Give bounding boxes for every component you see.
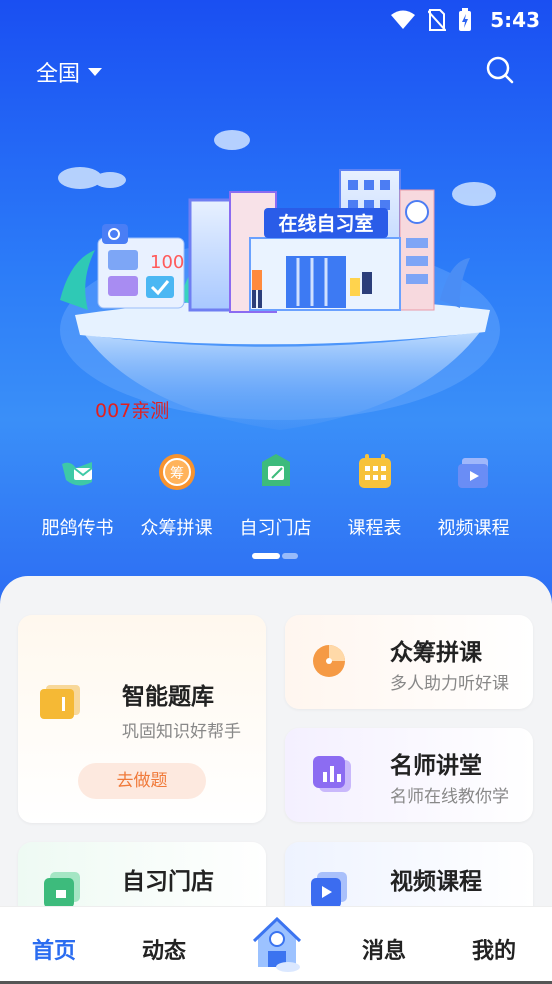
nav-crowdfund[interactable]: 筹 众筹拼课 bbox=[127, 450, 226, 550]
crowdfund-card[interactable]: 众筹拼课 多人助力听好课 bbox=[285, 615, 533, 709]
question-bank-card[interactable]: 智能题库 巩固知识好帮手 去做题 bbox=[18, 615, 266, 823]
study-room-sign: 在线自习室 bbox=[278, 212, 373, 235]
indicator-inactive bbox=[282, 553, 298, 559]
card-subtitle: 巩固知识好帮手 bbox=[122, 722, 241, 742]
question-bank-icon bbox=[40, 685, 80, 719]
nav-label: 自习门店 bbox=[239, 518, 312, 539]
study-store-icon bbox=[261, 454, 290, 486]
teacher-chart-icon bbox=[313, 756, 351, 792]
board-score: 100 bbox=[150, 252, 184, 273]
indicator-active bbox=[252, 553, 280, 559]
coin-glyph: 筹 bbox=[170, 465, 184, 482]
card-subtitle: 名师在线教你学 bbox=[390, 787, 509, 807]
nav-label: 众筹拼课 bbox=[140, 518, 213, 539]
status-icons bbox=[390, 8, 472, 32]
study-room-house-icon[interactable] bbox=[252, 917, 302, 973]
famous-teacher-card[interactable]: 名师讲堂 名师在线教你学 bbox=[285, 728, 533, 822]
nav-schedule[interactable]: 课程表 bbox=[325, 450, 424, 550]
study-room-scene: 100 在线自习室 bbox=[58, 130, 500, 430]
wifi-icon bbox=[391, 10, 415, 29]
bottom-tab-bar: 首页 动态 消息 我的 bbox=[0, 906, 552, 984]
tab-messages[interactable]: 消息 bbox=[362, 933, 406, 965]
tab-feed[interactable]: 动态 bbox=[142, 933, 186, 965]
content-area: 智能题库 巩固知识好帮手 去做题 众筹拼课 多人助力听好课 名师讲堂 名师在线教… bbox=[0, 576, 552, 922]
nav-label: 视频课程 bbox=[437, 518, 510, 539]
nav-label: 课程表 bbox=[347, 518, 402, 539]
card-title: 名师讲堂 bbox=[390, 753, 482, 779]
nav-pigeon-mail[interactable]: 肥鸽传书 bbox=[28, 450, 127, 550]
caret-down-icon bbox=[88, 68, 103, 76]
watermark-text: 007亲测 bbox=[95, 400, 170, 422]
pigeon-mail-icon bbox=[61, 462, 93, 486]
quick-nav: 肥鸽传书 筹 众筹拼课 自习门店 课程表 视频课程 bbox=[0, 450, 552, 550]
video-course-icon bbox=[457, 458, 488, 488]
search-icon[interactable] bbox=[486, 56, 514, 84]
city-label: 全国 bbox=[36, 62, 81, 87]
do-questions-button[interactable]: 去做题 bbox=[78, 763, 206, 799]
nav-label: 肥鸽传书 bbox=[41, 518, 114, 539]
page-indicator bbox=[252, 553, 298, 559]
card-title: 众筹拼课 bbox=[390, 640, 482, 666]
crowdfund-clock-icon bbox=[313, 645, 345, 677]
status-bar: 5:43 bbox=[0, 0, 552, 40]
nav-study-store[interactable]: 自习门店 bbox=[226, 450, 325, 550]
card-subtitle: 多人助力听好课 bbox=[390, 674, 509, 694]
crowdfund-coin-icon: 筹 bbox=[158, 454, 195, 490]
city-selector[interactable]: 全国 bbox=[36, 56, 103, 88]
status-time: 5:43 bbox=[490, 8, 540, 32]
card-title: 视频课程 bbox=[390, 869, 482, 895]
nav-video-course[interactable]: 视频课程 bbox=[424, 450, 523, 550]
study-store-card-icon bbox=[44, 872, 80, 908]
tab-home[interactable]: 首页 bbox=[32, 933, 76, 965]
card-title: 自习门店 bbox=[122, 869, 214, 895]
tab-mine[interactable]: 我的 bbox=[472, 933, 516, 965]
battery-charging-icon bbox=[459, 8, 471, 31]
calendar-icon bbox=[358, 454, 391, 488]
no-sim-icon bbox=[428, 9, 446, 31]
video-course-card-icon bbox=[311, 872, 347, 908]
top-bar: 全国 bbox=[0, 52, 552, 92]
banner-illustration[interactable]: 100 在线自习室 bbox=[40, 110, 520, 440]
card-title: 智能题库 bbox=[122, 684, 214, 710]
